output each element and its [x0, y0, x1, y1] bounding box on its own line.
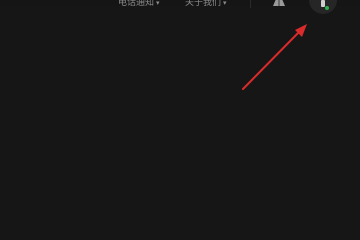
top-nav-bar [0, 0, 360, 6]
caret-down-icon: ▾ [223, 0, 227, 7]
caret-down-icon: ▾ [156, 0, 160, 7]
nav-item-label: 关于我们 [185, 0, 222, 8]
user-profile-icon[interactable] [270, 0, 288, 6]
annotation-arrow [242, 24, 307, 90]
nav-item-label: 电话通知 [118, 0, 155, 8]
online-status-dot [325, 6, 329, 10]
account-avatar-button[interactable] [309, 0, 337, 14]
nav-item-notifications[interactable]: 电话通知 ▾ [118, 0, 160, 8]
nav-item-about[interactable]: 关于我们 ▾ [185, 0, 227, 8]
nav-divider [250, 0, 251, 8]
